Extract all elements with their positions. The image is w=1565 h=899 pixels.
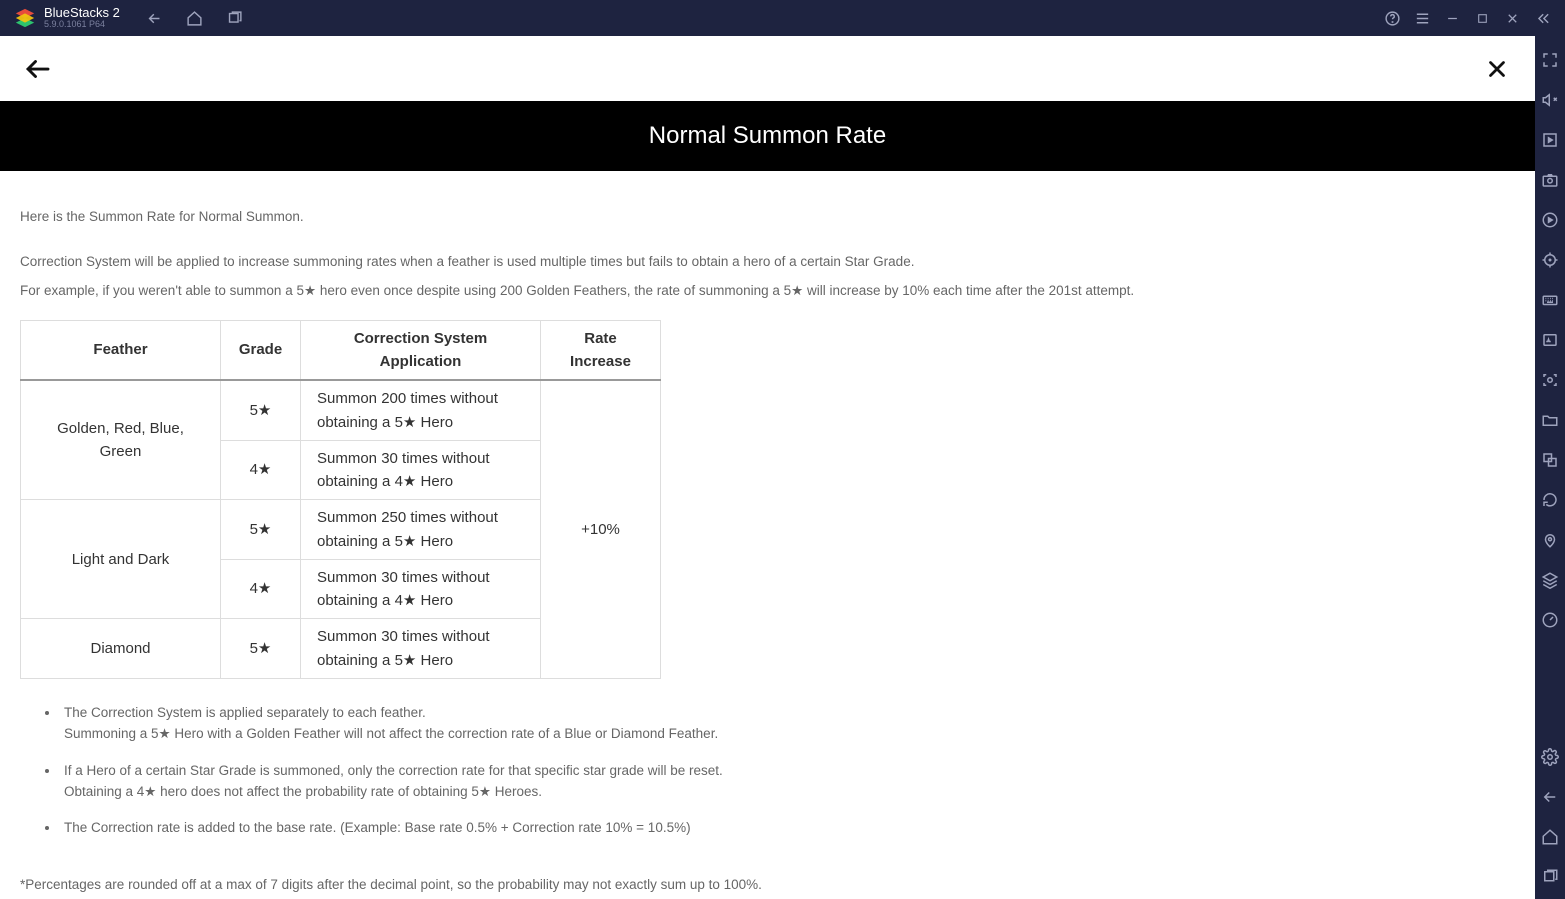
play-square-icon[interactable] [1540, 130, 1560, 150]
table-row: Golden, Red, Blue, Green 5★ Summon 200 t… [21, 380, 661, 440]
side-toolbar [1535, 36, 1565, 899]
cell-grade: 4★ [221, 440, 301, 500]
th-application: Correction System Application [301, 320, 541, 380]
nav-back-icon[interactable] [140, 3, 170, 33]
nav-recents-icon[interactable] [220, 3, 250, 33]
app-header [0, 36, 1535, 101]
cell-grade: 5★ [221, 619, 301, 679]
back-arrow-icon[interactable] [18, 49, 58, 89]
cell-feather: Golden, Red, Blue, Green [21, 380, 221, 500]
intro-line-1: Here is the Summon Rate for Normal Summo… [20, 207, 1515, 228]
notes-list: The Correction System is applied separat… [60, 703, 1515, 840]
app-logo-icon [14, 7, 36, 29]
th-feather: Feather [21, 320, 221, 380]
layers-icon[interactable] [1540, 570, 1560, 590]
app-title: BlueStacks 2 [44, 6, 120, 20]
side-home-icon[interactable] [1540, 827, 1560, 847]
intro-line-2: Correction System will be applied to inc… [20, 252, 1515, 273]
window-maximize-icon[interactable] [1467, 3, 1497, 33]
window-close-icon[interactable] [1497, 3, 1527, 33]
folder-icon[interactable] [1540, 410, 1560, 430]
list-item: The Correction rate is added to the base… [60, 818, 1515, 839]
app-viewport: Normal Summon Rate Here is the Summon Ra… [0, 36, 1535, 899]
cell-increase: +10% [541, 380, 661, 678]
camera-icon[interactable] [1540, 170, 1560, 190]
cell-apply: Summon 30 times without obtaining a 5★ H… [301, 619, 541, 679]
note-line-a: If a Hero of a certain Star Grade is sum… [64, 761, 1515, 782]
collapse-sidebar-icon[interactable] [1527, 3, 1557, 33]
rotate-icon[interactable] [1540, 490, 1560, 510]
app-title-block: BlueStacks 2 5.9.0.1061 P64 [44, 6, 120, 30]
note-line-b: Obtaining a 4★ hero does not affect the … [64, 782, 1515, 803]
multi-instance-icon[interactable] [1540, 450, 1560, 470]
cell-feather: Light and Dark [21, 500, 221, 619]
cell-apply: Summon 30 times without obtaining a 4★ H… [301, 440, 541, 500]
cell-feather: Diamond [21, 619, 221, 679]
locate-icon[interactable] [1540, 250, 1560, 270]
cell-apply: Summon 250 times without obtaining a 5★ … [301, 500, 541, 560]
th-grade: Grade [221, 320, 301, 380]
note-line-a: The Correction rate is added to the base… [64, 818, 1515, 839]
cell-grade: 5★ [221, 380, 301, 440]
location-pin-icon[interactable] [1540, 530, 1560, 550]
record-icon[interactable] [1540, 210, 1560, 230]
correction-table: Feather Grade Correction System Applicat… [20, 320, 661, 679]
speed-icon[interactable] [1540, 610, 1560, 630]
settings-icon[interactable] [1540, 747, 1560, 767]
th-increase: Rate Increase [541, 320, 661, 380]
side-back-icon[interactable] [1540, 787, 1560, 807]
window-titlebar: BlueStacks 2 5.9.0.1061 P64 [0, 0, 1565, 36]
close-icon[interactable] [1477, 49, 1517, 89]
intro-line-3: For example, if you weren't able to summ… [20, 281, 1515, 302]
note-line-b: Summoning a 5★ Hero with a Golden Feathe… [64, 724, 1515, 745]
fullscreen-icon[interactable] [1540, 50, 1560, 70]
screenshot-icon[interactable] [1540, 370, 1560, 390]
page-content: Here is the Summon Rate for Normal Summo… [0, 171, 1535, 899]
volume-mute-icon[interactable] [1540, 90, 1560, 110]
list-item: If a Hero of a certain Star Grade is sum… [60, 761, 1515, 803]
cell-apply: Summon 30 times without obtaining a 4★ H… [301, 559, 541, 619]
footnote: *Percentages are rounded off at a max of… [20, 875, 1515, 896]
menu-icon[interactable] [1407, 3, 1437, 33]
cell-grade: 5★ [221, 500, 301, 560]
list-item: The Correction System is applied separat… [60, 703, 1515, 745]
apk-icon[interactable] [1540, 330, 1560, 350]
keyboard-icon[interactable] [1540, 290, 1560, 310]
window-minimize-icon[interactable] [1437, 3, 1467, 33]
cell-grade: 4★ [221, 559, 301, 619]
app-version: 5.9.0.1061 P64 [44, 20, 120, 30]
help-icon[interactable] [1377, 3, 1407, 33]
note-line-a: The Correction System is applied separat… [64, 703, 1515, 724]
cell-apply: Summon 200 times without obtaining a 5★ … [301, 380, 541, 440]
page-title: Normal Summon Rate [649, 122, 886, 150]
side-recents-icon[interactable] [1540, 867, 1560, 887]
nav-home-icon[interactable] [180, 3, 210, 33]
page-title-bar: Normal Summon Rate [0, 101, 1535, 171]
nav-icons [140, 3, 250, 33]
